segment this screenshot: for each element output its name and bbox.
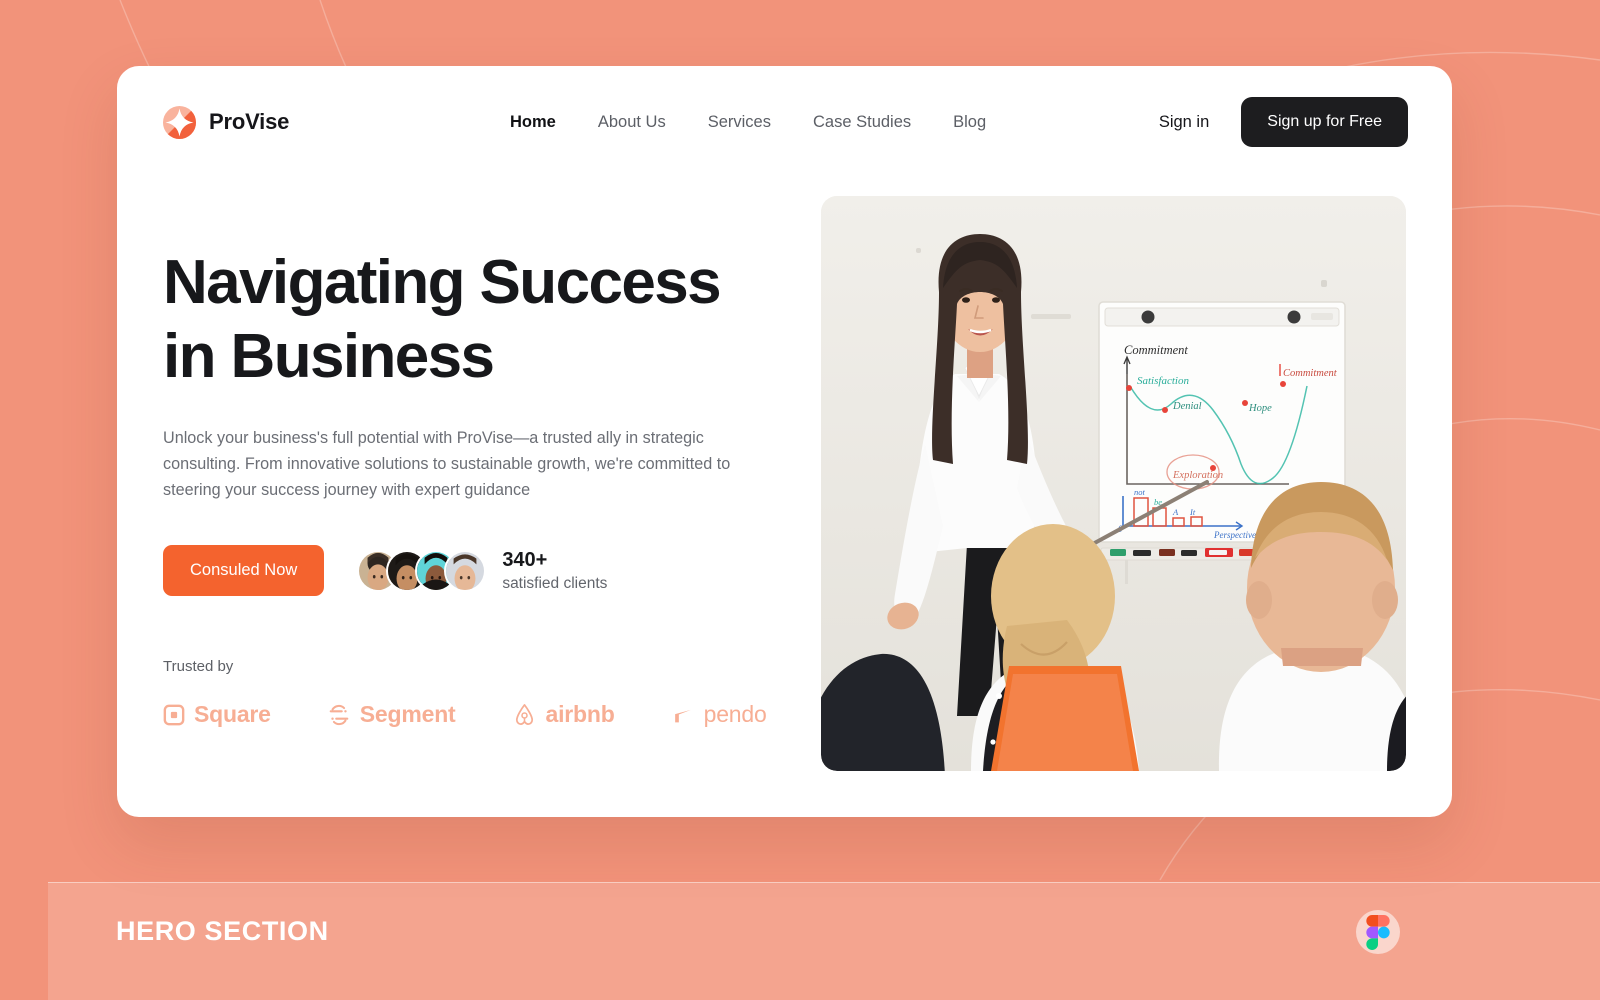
provise-logo-icon <box>163 105 196 139</box>
consult-now-button[interactable]: Consuled Now <box>163 545 325 597</box>
partner-name: Segment <box>359 701 456 728</box>
section-label: HERO SECTION <box>116 916 329 946</box>
figma-badge[interactable] <box>1356 910 1400 954</box>
svg-text:It: It <box>1189 507 1196 517</box>
figma-logo-icon <box>1366 914 1390 950</box>
brand-name: ProVise <box>209 109 290 134</box>
hero-card: ProVise Home About Us Services Case Stud… <box>117 66 1452 817</box>
svg-text:Commitment: Commitment <box>1283 368 1338 379</box>
partner-name: Square <box>194 701 271 728</box>
sign-in-link[interactable]: Sign in <box>1159 113 1209 132</box>
nav-link-case-studies[interactable]: Case Studies <box>813 113 911 132</box>
nav-link-home[interactable]: Home <box>510 113 556 132</box>
segment-logo-icon <box>329 704 349 726</box>
client-avatar-stack <box>357 549 487 592</box>
partner-name: airbnb <box>545 701 615 728</box>
svg-text:Perspective: Perspective <box>1213 530 1256 540</box>
client-caption: satisfied clients <box>502 574 608 592</box>
social-proof-group: 340+ satisfied clients <box>357 548 607 595</box>
nav-link-blog[interactable]: Blog <box>953 113 986 132</box>
partner-logo-segment: Segment <box>327 701 456 728</box>
partner-logo-square: Square <box>163 701 271 728</box>
partner-logo-row: Square Segment airbnb pendo <box>163 701 803 728</box>
cta-row: Consuled Now 340+ satisfied clients <box>163 545 803 597</box>
svg-text:A: A <box>1172 507 1179 517</box>
page-root: ProVise Home About Us Services Case Stud… <box>0 0 1600 1000</box>
partner-name: pendo <box>703 701 767 728</box>
navbar: ProVise Home About Us Services Case Stud… <box>117 66 1452 178</box>
brand-logo[interactable]: ProVise <box>163 105 290 139</box>
sign-up-button[interactable]: Sign up for Free <box>1241 97 1408 147</box>
client-count: 340+ <box>502 548 548 571</box>
pendo-logo-icon <box>674 709 691 723</box>
avatar <box>444 549 487 592</box>
nav-link-services[interactable]: Services <box>708 113 771 132</box>
svg-text:Commitment: Commitment <box>1124 343 1188 357</box>
partner-logo-airbnb: airbnb <box>512 701 615 728</box>
nav-actions: Sign in Sign up for Free <box>1159 97 1408 147</box>
svg-text:Hope: Hope <box>1248 403 1272 414</box>
nav-links: Home About Us Services Case Studies Blog <box>510 113 986 132</box>
trusted-by-label: Trusted by <box>163 658 234 676</box>
partner-logo-pendo: pendo <box>671 701 767 728</box>
svg-text:Denial: Denial <box>1172 401 1202 412</box>
svg-text:not: not <box>1134 487 1146 497</box>
hero-photo-illustration: Commitment Satisfaction Denial Hope Comm… <box>821 196 1406 771</box>
square-logo-icon <box>163 704 185 726</box>
svg-text:Satisfaction: Satisfaction <box>1137 375 1189 387</box>
nav-link-about-us[interactable]: About Us <box>598 113 666 132</box>
page-title: Navigating Success in Business <box>163 248 722 392</box>
hero-subheadline: Unlock your business's full potential wi… <box>163 428 731 500</box>
client-count-text: 340+ satisfied clients <box>502 548 607 595</box>
airbnb-logo-icon <box>515 704 533 726</box>
hero-content: Navigating Success in Business Unlock yo… <box>163 246 803 728</box>
hero-image: Commitment Satisfaction Denial Hope Comm… <box>821 196 1406 771</box>
trusted-by-section: Trusted by Square Segment airbnb pendo <box>163 658 803 728</box>
svg-text:Exploration: Exploration <box>1172 470 1223 481</box>
